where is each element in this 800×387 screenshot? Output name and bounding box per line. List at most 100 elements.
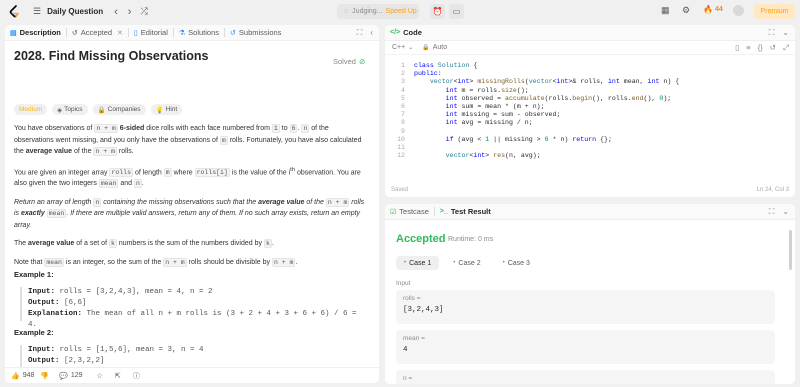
- leetcode-logo-icon[interactable]: [9, 5, 21, 19]
- tag-icon: ◈: [57, 106, 63, 114]
- premium-button[interactable]: Premium: [754, 4, 795, 19]
- next-problem-icon[interactable]: ›: [128, 6, 132, 18]
- comments-button[interactable]: 💬 129: [59, 372, 82, 380]
- format-icon[interactable]: ≡: [746, 43, 750, 53]
- prev-problem-icon[interactable]: ‹: [114, 6, 118, 18]
- book-icon: ▯: [133, 29, 138, 37]
- code-text[interactable]: int observed = accumulate(rolls.begin(),…: [414, 95, 672, 103]
- variable-value[interactable]: [3,2,4,3]: [403, 306, 444, 314]
- pass-dot-icon: •: [453, 260, 456, 266]
- flask-icon: ⚗: [178, 29, 186, 37]
- companies-badge[interactable]: 🔒 Companies: [92, 104, 146, 115]
- code-text[interactable]: if (avg < 1 || missing > 6 * n) return {…: [414, 136, 612, 144]
- pass-dot-icon: •: [502, 260, 505, 266]
- runtime-text: Runtime: 0 ms: [448, 236, 494, 243]
- maximize-icon[interactable]: ⛶: [769, 207, 775, 217]
- case-label: Case 2: [458, 259, 481, 267]
- case-tab-3[interactable]: • Case 3: [495, 256, 538, 270]
- example-2-title: Example 2:: [14, 328, 54, 337]
- variable-name: n =: [403, 375, 413, 382]
- description-tabbar: ▤ Description ↺ Accepted ✕ ▯ Editorial ⚗…: [5, 25, 379, 41]
- page-title[interactable]: 2028. Find Missing Observations: [14, 49, 370, 63]
- settings-gear-icon[interactable]: ⚙: [682, 5, 690, 16]
- close-tab-icon[interactable]: ✕: [117, 29, 123, 37]
- avatar[interactable]: [733, 5, 744, 16]
- tab-test-result[interactable]: >_ Test Result: [435, 207, 496, 216]
- code-line[interactable]: 9: [385, 128, 795, 136]
- judging-text: Judging...: [352, 8, 383, 15]
- speed-up-link[interactable]: Speed Up: [386, 8, 417, 15]
- shuffle-icon[interactable]: ⤮: [140, 6, 147, 17]
- like-count: 948: [22, 372, 35, 379]
- case-tab-1[interactable]: • Case 1: [396, 256, 440, 270]
- tab-code[interactable]: </> Code: [385, 28, 427, 37]
- code-line[interactable]: 8 int avg = missing / n;: [385, 119, 795, 127]
- comment-count: 129: [70, 372, 83, 379]
- code-text[interactable]: vector<int> missingRolls(vector<int>& ro…: [414, 78, 679, 86]
- collapse-icon[interactable]: ‹: [370, 28, 373, 38]
- fullscreen-icon[interactable]: ⤢: [783, 43, 789, 53]
- tab-submissions[interactable]: ↺ Submissions: [225, 28, 286, 37]
- help-icon[interactable]: ⓘ: [133, 371, 140, 381]
- problem-list-title[interactable]: Daily Question: [47, 7, 103, 16]
- like-button[interactable]: 👍 948: [11, 372, 34, 380]
- code-editor[interactable]: 1 class Solution {2 public: 3 vector<int> m…: [385, 62, 795, 160]
- solved-label: Solved: [333, 57, 356, 66]
- code-text[interactable]: class Solution {: [414, 62, 477, 70]
- chevron-down-icon[interactable]: ⌄: [408, 44, 413, 51]
- tab-description[interactable]: ▤ Description: [5, 28, 66, 37]
- code-line[interactable]: 7 int missing = sum - observed;: [385, 111, 795, 119]
- code-line[interactable]: 12 vector<int> res(n, avg);: [385, 152, 795, 160]
- timer-button[interactable]: ⏰: [430, 4, 445, 19]
- problem-list-icon[interactable]: ☰: [33, 6, 41, 17]
- tab-testcase[interactable]: ☑ Testcase: [385, 207, 434, 216]
- dislike-button[interactable]: 👎: [40, 372, 49, 380]
- tab-solutions[interactable]: ⚗ Solutions: [174, 28, 224, 37]
- code-line[interactable]: 1 class Solution {: [385, 62, 795, 70]
- code-text[interactable]: vector<int> res(n, avg);: [414, 152, 541, 160]
- code-line[interactable]: 10 if (avg < 1 || missing > 6 * n) retur…: [385, 136, 795, 144]
- reset-icon[interactable]: ↺: [770, 43, 776, 53]
- case-label: Case 1: [409, 259, 432, 267]
- description-paragraph: Return an array of length n containing t…: [14, 197, 365, 229]
- code-line[interactable]: 4 int m = rolls.size();: [385, 87, 795, 95]
- test-panel-controls: ⛶ ⌄: [769, 207, 789, 217]
- topics-badge[interactable]: ◈ Topics: [52, 104, 88, 115]
- tab-submissions-label: Submissions: [238, 28, 282, 37]
- braces-icon[interactable]: {}: [758, 43, 763, 53]
- code-line[interactable]: 5 int observed = accumulate(rolls.begin(…: [385, 95, 795, 103]
- panel-controls: ⛶ ‹: [357, 28, 373, 38]
- notes-button[interactable]: ▭: [449, 4, 464, 19]
- code-text[interactable]: int m = rolls.size();: [414, 87, 529, 95]
- code-text[interactable]: int sum = mean * (m + n);: [414, 103, 545, 111]
- autocomplete-mode[interactable]: Auto: [433, 44, 447, 51]
- code-line[interactable]: 3 vector<int> missingRolls(vector<int>& …: [385, 78, 795, 86]
- case-tab-2[interactable]: • Case 2: [445, 256, 488, 270]
- scrollbar[interactable]: [789, 230, 792, 270]
- companies-label: Companies: [107, 106, 141, 113]
- streak-counter[interactable]: 🔥 44: [703, 5, 723, 14]
- code-icon: </>: [390, 29, 401, 36]
- maximize-icon[interactable]: ⛶: [357, 28, 363, 38]
- variable-name: rolls =: [403, 295, 421, 302]
- variable-value[interactable]: 4: [403, 346, 408, 354]
- code-line[interactable]: 2 public:: [385, 70, 795, 78]
- code-line[interactable]: 6 int sum = mean * (m + n);: [385, 103, 795, 111]
- difficulty-badge: Medium: [14, 104, 48, 115]
- language-select[interactable]: C++: [392, 44, 405, 51]
- code-text[interactable]: public:: [414, 70, 442, 78]
- code-text[interactable]: int avg = missing / n;: [414, 119, 533, 127]
- hint-badge[interactable]: 💡 Hint: [150, 104, 183, 115]
- bookmark-icon[interactable]: ▯: [735, 43, 739, 53]
- collapse-icon[interactable]: ⌄: [782, 207, 789, 217]
- tab-editorial[interactable]: ▯ Editorial: [129, 28, 173, 37]
- layout-icon[interactable]: ▦: [661, 5, 670, 16]
- star-icon[interactable]: ☆: [97, 372, 103, 380]
- share-icon[interactable]: ⇱: [115, 372, 121, 380]
- collapse-icon[interactable]: ⌄: [782, 28, 789, 38]
- maximize-icon[interactable]: ⛶: [769, 28, 775, 38]
- tab-accepted[interactable]: ↺ Accepted ✕: [67, 28, 128, 37]
- code-line[interactable]: 11: [385, 144, 795, 152]
- input-variable: mean = 4: [396, 330, 775, 364]
- code-text[interactable]: int missing = sum - observed;: [414, 111, 561, 119]
